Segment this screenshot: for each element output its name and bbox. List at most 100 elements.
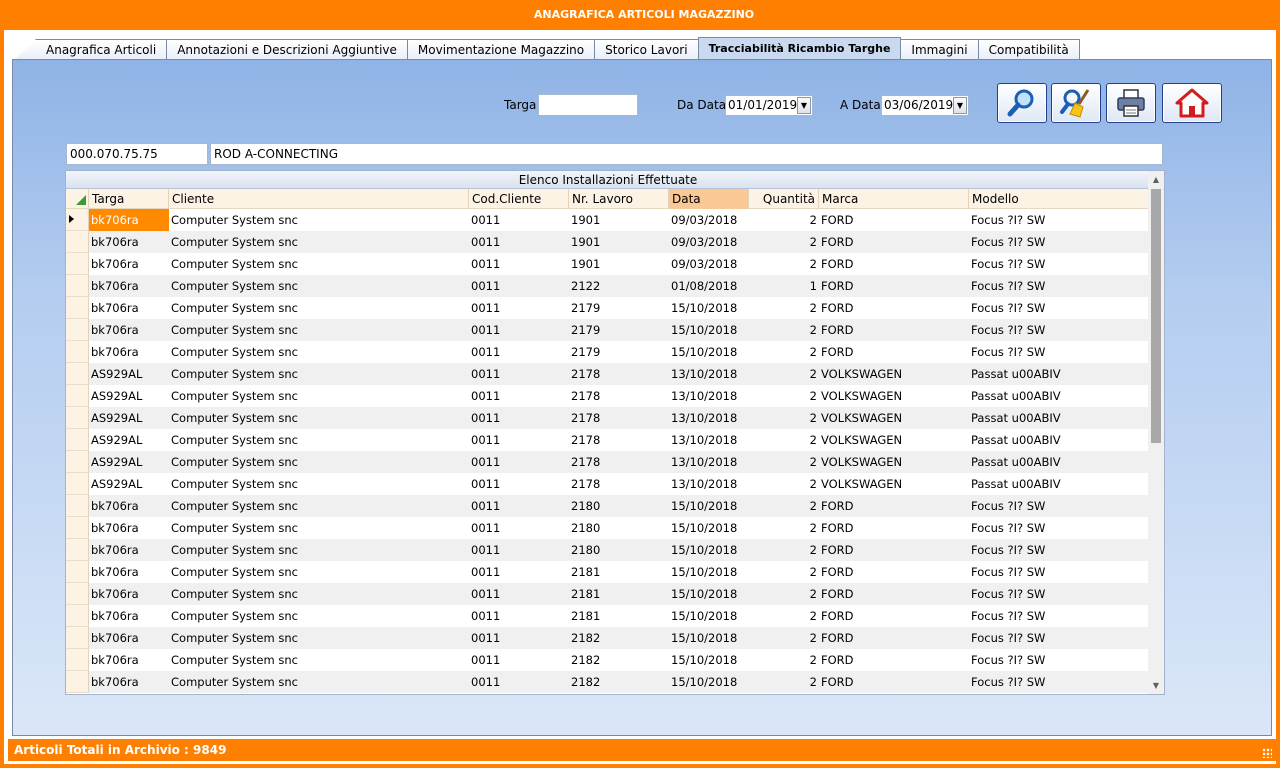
cell-targa[interactable]: bk706ra (89, 539, 169, 561)
cell-modello[interactable]: Focus ?I? SW (969, 517, 1150, 539)
cell-modello[interactable]: Focus ?I? SW (969, 341, 1150, 363)
row-header[interactable] (66, 649, 89, 671)
cell-targa[interactable]: bk706ra (89, 231, 169, 253)
cell-nr-lavoro[interactable]: 2181 (569, 561, 669, 583)
chevron-down-icon[interactable]: ▼ (953, 97, 967, 114)
cell-data[interactable]: 13/10/2018 (669, 429, 749, 451)
cell-quantita[interactable]: 2 (749, 209, 819, 231)
cell-cliente[interactable]: Computer System snc (169, 407, 469, 429)
cell-data[interactable]: 15/10/2018 (669, 341, 749, 363)
table-row[interactable]: AS929AL Computer System snc 0011 2178 13/10/… (66, 429, 1150, 451)
cell-cod-cliente[interactable]: 0011 (469, 407, 569, 429)
cell-nr-lavoro[interactable]: 1901 (569, 231, 669, 253)
cell-marca[interactable]: FORD (819, 275, 969, 297)
table-row[interactable]: bk706ra Computer System snc 0011 2122 01/08/… (66, 275, 1150, 297)
cell-marca[interactable]: FORD (819, 561, 969, 583)
cell-cliente[interactable]: Computer System snc (169, 363, 469, 385)
cell-marca[interactable]: FORD (819, 231, 969, 253)
table-row[interactable]: AS929AL Computer System snc 0011 2178 13/10/… (66, 407, 1150, 429)
cell-cliente[interactable]: Computer System snc (169, 517, 469, 539)
cell-quantita[interactable]: 2 (749, 319, 819, 341)
cell-cliente[interactable]: Computer System snc (169, 341, 469, 363)
table-row[interactable]: bk706ra Computer System snc 0011 2182 15/10/… (66, 671, 1150, 693)
cell-quantita[interactable]: 2 (749, 561, 819, 583)
cell-targa[interactable]: bk706ra (89, 517, 169, 539)
cell-data[interactable]: 15/10/2018 (669, 649, 749, 671)
column-header-nr-lavoro[interactable]: Nr. Lavoro (569, 189, 669, 209)
cell-targa[interactable]: bk706ra (89, 319, 169, 341)
cell-nr-lavoro[interactable]: 2181 (569, 605, 669, 627)
cell-targa[interactable]: bk706ra (89, 605, 169, 627)
row-header[interactable] (66, 253, 89, 275)
article-description-field[interactable]: ROD A-CONNECTING (210, 143, 1163, 165)
table-row[interactable]: AS929AL Computer System snc 0011 2178 13/10/… (66, 385, 1150, 407)
row-header[interactable] (66, 539, 89, 561)
print-button[interactable] (1106, 83, 1156, 123)
cell-targa[interactable]: bk706ra (89, 341, 169, 363)
cell-nr-lavoro[interactable]: 2180 (569, 539, 669, 561)
cell-cliente[interactable]: Computer System snc (169, 583, 469, 605)
tab-annotazioni[interactable]: Annotazioni e Descrizioni Aggiuntive (166, 39, 408, 60)
cell-cod-cliente[interactable]: 0011 (469, 517, 569, 539)
table-row[interactable]: bk706ra Computer System snc 0011 2179 15/10/… (66, 297, 1150, 319)
cell-targa[interactable]: bk706ra (89, 561, 169, 583)
cell-data[interactable]: 01/08/2018 (669, 275, 749, 297)
cell-nr-lavoro[interactable]: 2179 (569, 297, 669, 319)
cell-targa[interactable]: AS929AL (89, 407, 169, 429)
cell-targa[interactable]: AS929AL (89, 385, 169, 407)
chevron-down-icon[interactable]: ▼ (797, 97, 811, 114)
cell-modello[interactable]: Passat u00ABIV (969, 385, 1150, 407)
table-row[interactable]: bk706ra Computer System snc 0011 1901 09/03/… (66, 209, 1150, 231)
cell-quantita[interactable]: 2 (749, 253, 819, 275)
cell-cod-cliente[interactable]: 0011 (469, 627, 569, 649)
cell-cod-cliente[interactable]: 0011 (469, 583, 569, 605)
scroll-down-icon[interactable]: ▼ (1148, 677, 1164, 694)
cell-marca[interactable]: FORD (819, 253, 969, 275)
cell-cod-cliente[interactable]: 0011 (469, 605, 569, 627)
cell-cod-cliente[interactable]: 0011 (469, 649, 569, 671)
select-all-corner[interactable] (66, 189, 89, 209)
installations-grid[interactable]: Elenco Installazioni Effettuate Targa Cl… (65, 170, 1165, 695)
cell-marca[interactable]: FORD (819, 319, 969, 341)
tab-storico-lavori[interactable]: Storico Lavori (594, 39, 699, 60)
table-row[interactable]: bk706ra Computer System snc 0011 1901 09/03/… (66, 253, 1150, 275)
row-header[interactable] (66, 627, 89, 649)
cell-marca[interactable]: FORD (819, 209, 969, 231)
cell-nr-lavoro[interactable]: 2178 (569, 473, 669, 495)
cell-targa[interactable]: bk706ra (89, 649, 169, 671)
cell-quantita[interactable]: 2 (749, 451, 819, 473)
row-header[interactable] (66, 319, 89, 341)
cell-cliente[interactable]: Computer System snc (169, 495, 469, 517)
column-header-cod-cliente[interactable]: Cod.Cliente (469, 189, 569, 209)
cell-cod-cliente[interactable]: 0011 (469, 539, 569, 561)
table-row[interactable]: bk706ra Computer System snc 0011 2179 15/10/… (66, 341, 1150, 363)
cell-marca[interactable]: FORD (819, 583, 969, 605)
column-header-data[interactable]: Data (669, 189, 749, 209)
cell-quantita[interactable]: 2 (749, 297, 819, 319)
cell-modello[interactable]: Passat u00ABIV (969, 407, 1150, 429)
cell-nr-lavoro[interactable]: 2182 (569, 671, 669, 693)
row-header[interactable] (66, 451, 89, 473)
cell-cliente[interactable]: Computer System snc (169, 275, 469, 297)
cell-cliente[interactable]: Computer System snc (169, 231, 469, 253)
cell-nr-lavoro[interactable]: 2178 (569, 429, 669, 451)
cell-data[interactable]: 15/10/2018 (669, 671, 749, 693)
cell-modello[interactable]: Focus ?I? SW (969, 231, 1150, 253)
cell-modello[interactable]: Focus ?I? SW (969, 209, 1150, 231)
cell-cod-cliente[interactable]: 0011 (469, 275, 569, 297)
cell-data[interactable]: 15/10/2018 (669, 583, 749, 605)
cell-targa[interactable]: bk706ra (89, 583, 169, 605)
cell-marca[interactable]: FORD (819, 495, 969, 517)
cell-modello[interactable]: Focus ?I? SW (969, 275, 1150, 297)
cell-data[interactable]: 13/10/2018 (669, 473, 749, 495)
da-data-picker[interactable]: 01/01/2019 ▼ (725, 95, 813, 116)
cell-cliente[interactable]: Computer System snc (169, 649, 469, 671)
row-header[interactable] (66, 275, 89, 297)
cell-modello[interactable]: Focus ?I? SW (969, 297, 1150, 319)
column-header-cliente[interactable]: Cliente (169, 189, 469, 209)
cell-marca[interactable]: VOLKSWAGEN (819, 407, 969, 429)
cell-data[interactable]: 15/10/2018 (669, 297, 749, 319)
cell-quantita[interactable]: 2 (749, 671, 819, 693)
cell-marca[interactable]: FORD (819, 627, 969, 649)
cell-data[interactable]: 15/10/2018 (669, 561, 749, 583)
